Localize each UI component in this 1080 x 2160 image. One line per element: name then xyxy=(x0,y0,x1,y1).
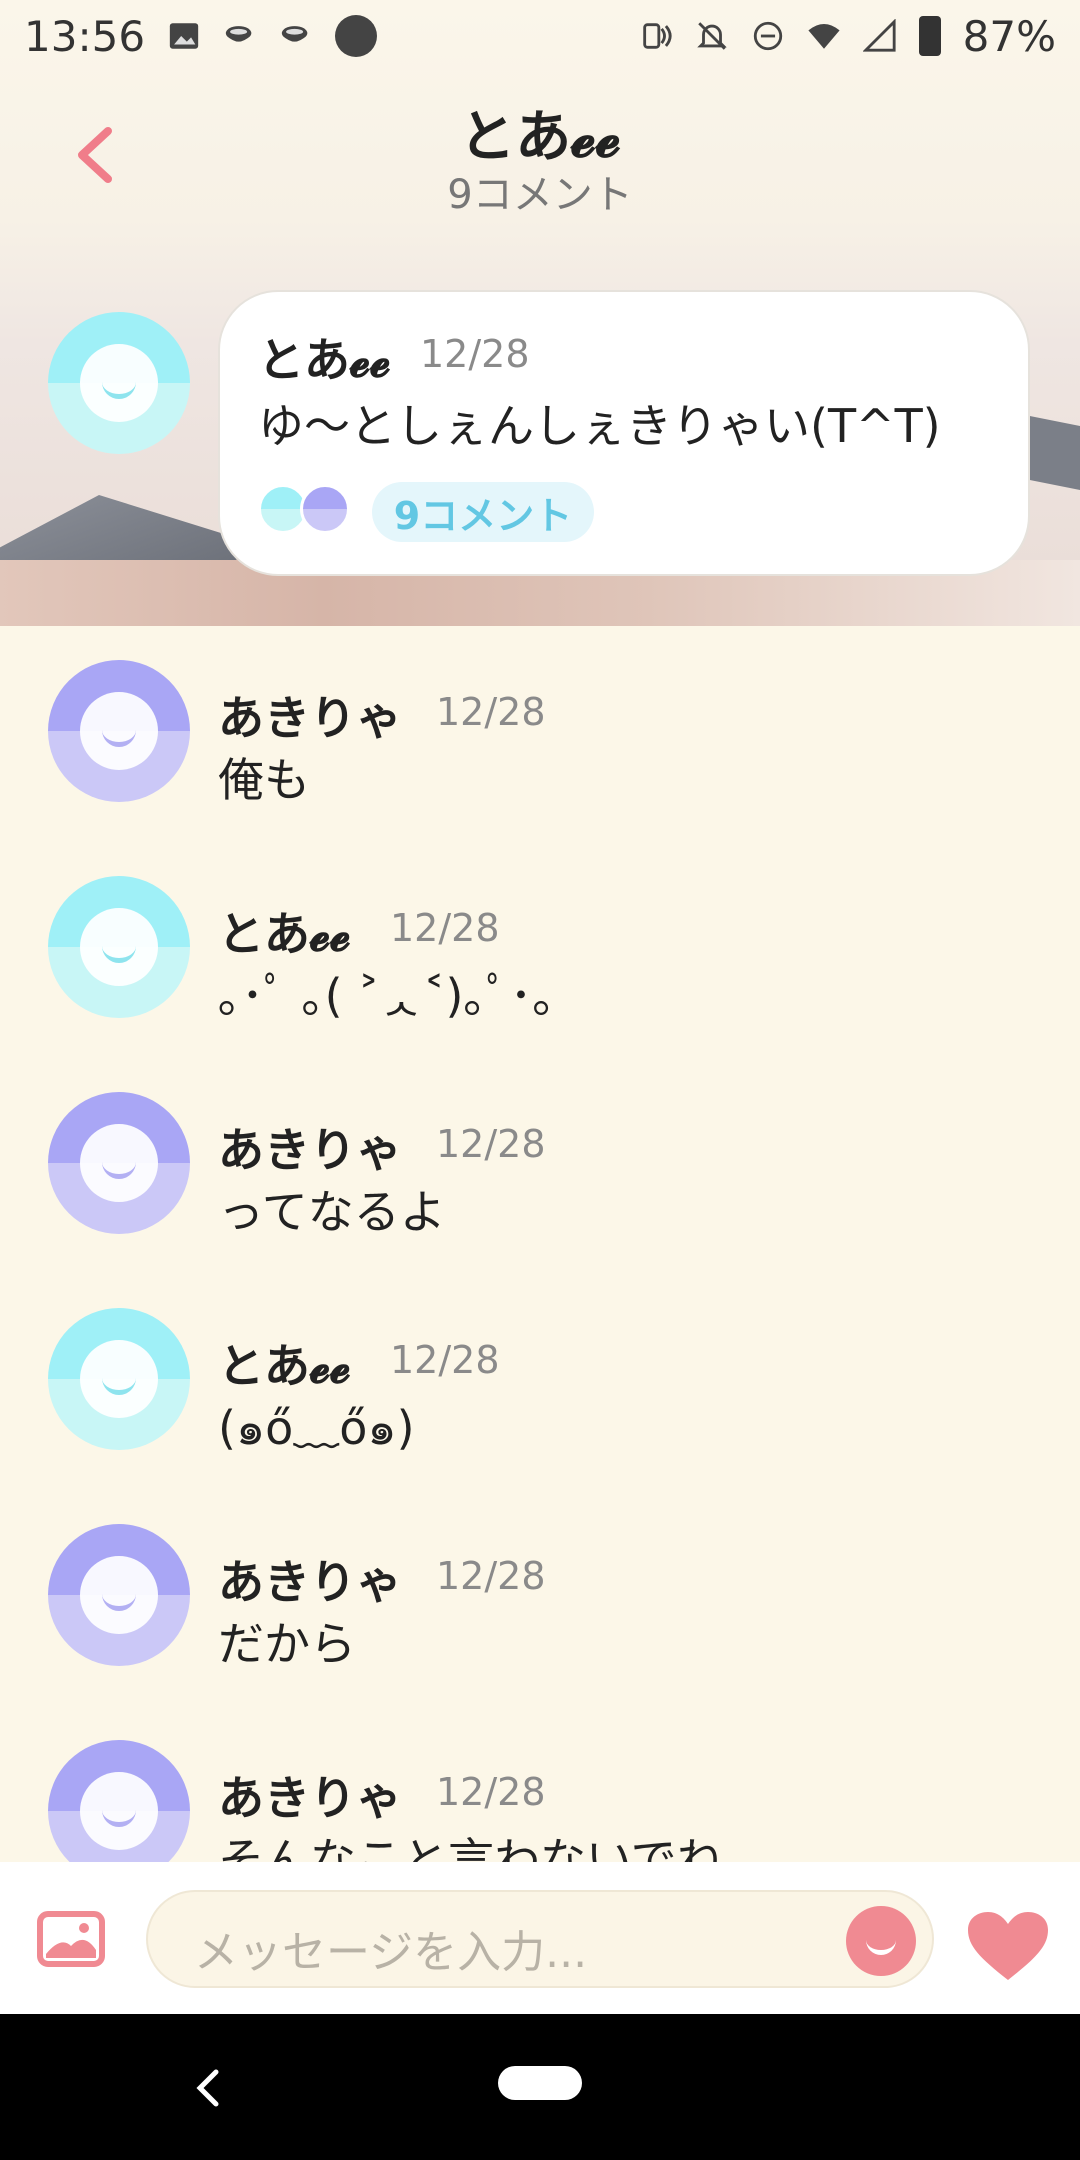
bell-off-icon xyxy=(696,22,727,50)
post-author-name: とあ𝓮𝓮 xyxy=(258,333,391,387)
message-input-placeholder: メッセージを入力... xyxy=(194,1927,588,1978)
heart-icon[interactable] xyxy=(966,1910,1050,1982)
smile-face-icon xyxy=(80,344,158,422)
comment-text: 俺も xyxy=(218,753,310,807)
comment-item[interactable]: とあ𝓮𝓮 12/28 ｡･ﾟ ｡( ˃ᆺ˂)｡ﾟ･｡ xyxy=(0,876,1080,1086)
battery-icon xyxy=(918,16,941,56)
commenter-avatar[interactable] xyxy=(48,1092,190,1234)
status-bar: 13:56 87% xyxy=(0,0,1080,72)
commenter-avatar-mini xyxy=(300,484,350,534)
nav-back-icon[interactable] xyxy=(196,2068,220,2108)
post-author-avatar[interactable] xyxy=(48,312,190,454)
comment-author: とあ𝓮𝓮 xyxy=(218,1339,351,1393)
comment-author: あきりゃ xyxy=(218,691,402,745)
comment-date: 12/28 xyxy=(436,1770,546,1814)
comment-item[interactable]: とあ𝓮𝓮 12/28 (๑ő﹏ő๑) xyxy=(0,1308,1080,1518)
comment-date: 12/28 xyxy=(436,690,546,734)
comment-author: あきりゃ xyxy=(218,1555,402,1609)
comment-author: とあ𝓮𝓮 xyxy=(218,907,351,961)
smile-face-icon xyxy=(80,692,158,770)
comment-count-badge[interactable]: 9コメント xyxy=(372,482,594,542)
status-time: 13:56 xyxy=(24,11,146,61)
commenter-avatar[interactable] xyxy=(48,660,190,802)
wifi-icon xyxy=(808,23,840,49)
smile-face-icon xyxy=(80,1340,158,1418)
image-picker-icon[interactable] xyxy=(36,1910,106,1968)
battery-percent: 87% xyxy=(962,11,1056,61)
page-subtitle: 9コメント xyxy=(447,172,633,218)
commenter-avatar[interactable] xyxy=(48,876,190,1018)
cup-icon xyxy=(225,26,252,42)
page-title: とあ𝓮𝓮 xyxy=(459,105,621,170)
commenter-avatar[interactable] xyxy=(48,1308,190,1450)
smile-face-icon xyxy=(80,1556,158,1634)
smile-face-icon xyxy=(80,1124,158,1202)
system-navigation-bar xyxy=(0,2014,1080,2160)
message-composer: メッセージを入力... xyxy=(0,1862,1080,2014)
comment-date: 12/28 xyxy=(390,1338,500,1382)
stamp-button[interactable] xyxy=(846,1906,916,1976)
post-date: 12/28 xyxy=(420,332,530,376)
circle-icon xyxy=(335,15,378,57)
comment-text: ってなるよ xyxy=(218,1185,446,1239)
nfc-icon xyxy=(642,23,672,49)
nav-home-button[interactable] xyxy=(498,2066,582,2100)
message-input[interactable]: メッセージを入力... xyxy=(146,1890,934,1988)
comment-date: 12/28 xyxy=(390,906,500,950)
comment-item[interactable]: あきりゃ 12/28 俺も xyxy=(0,660,1080,870)
comment-author: あきりゃ xyxy=(218,1771,402,1825)
comment-text: ｡･ﾟ ｡( ˃ᆺ˂)｡ﾟ･｡ xyxy=(218,969,556,1023)
signal-icon xyxy=(862,19,896,52)
comment-item[interactable]: あきりゃ 12/28 そんなこと言わないでね xyxy=(0,1740,1080,1862)
smile-face-icon xyxy=(80,1772,158,1850)
comment-text: だから xyxy=(218,1617,356,1671)
post-bubble[interactable]: とあ𝓮𝓮 12/28 ゆ〜としぇんしぇきりゃい(T^T) 9コメント xyxy=(218,290,1030,576)
commenter-avatar[interactable] xyxy=(48,1524,190,1666)
comment-text: そんなこと言わないでね xyxy=(218,1833,723,1862)
comment-author: あきりゃ xyxy=(218,1123,402,1177)
commenter-avatar[interactable] xyxy=(48,1740,190,1862)
comment-text: (๑ő﹏ő๑) xyxy=(218,1401,415,1455)
comment-list[interactable]: あきりゃ 12/28 俺も とあ𝓮𝓮 12/28 ｡･ﾟ ｡( ˃ᆺ˂)｡ﾟ･｡… xyxy=(0,626,1080,1862)
comment-date: 12/28 xyxy=(436,1554,546,1598)
smile-face-icon xyxy=(80,908,158,986)
dnd-icon xyxy=(753,21,782,51)
comment-date: 12/28 xyxy=(436,1122,546,1166)
comment-item[interactable]: あきりゃ 12/28 ってなるよ xyxy=(0,1092,1080,1302)
cup-icon xyxy=(281,26,308,42)
post-text: ゆ〜としぇんしぇきりゃい(T^T) xyxy=(258,399,941,453)
comment-item[interactable]: あきりゃ 12/28 だから xyxy=(0,1524,1080,1734)
image-icon xyxy=(169,23,199,49)
